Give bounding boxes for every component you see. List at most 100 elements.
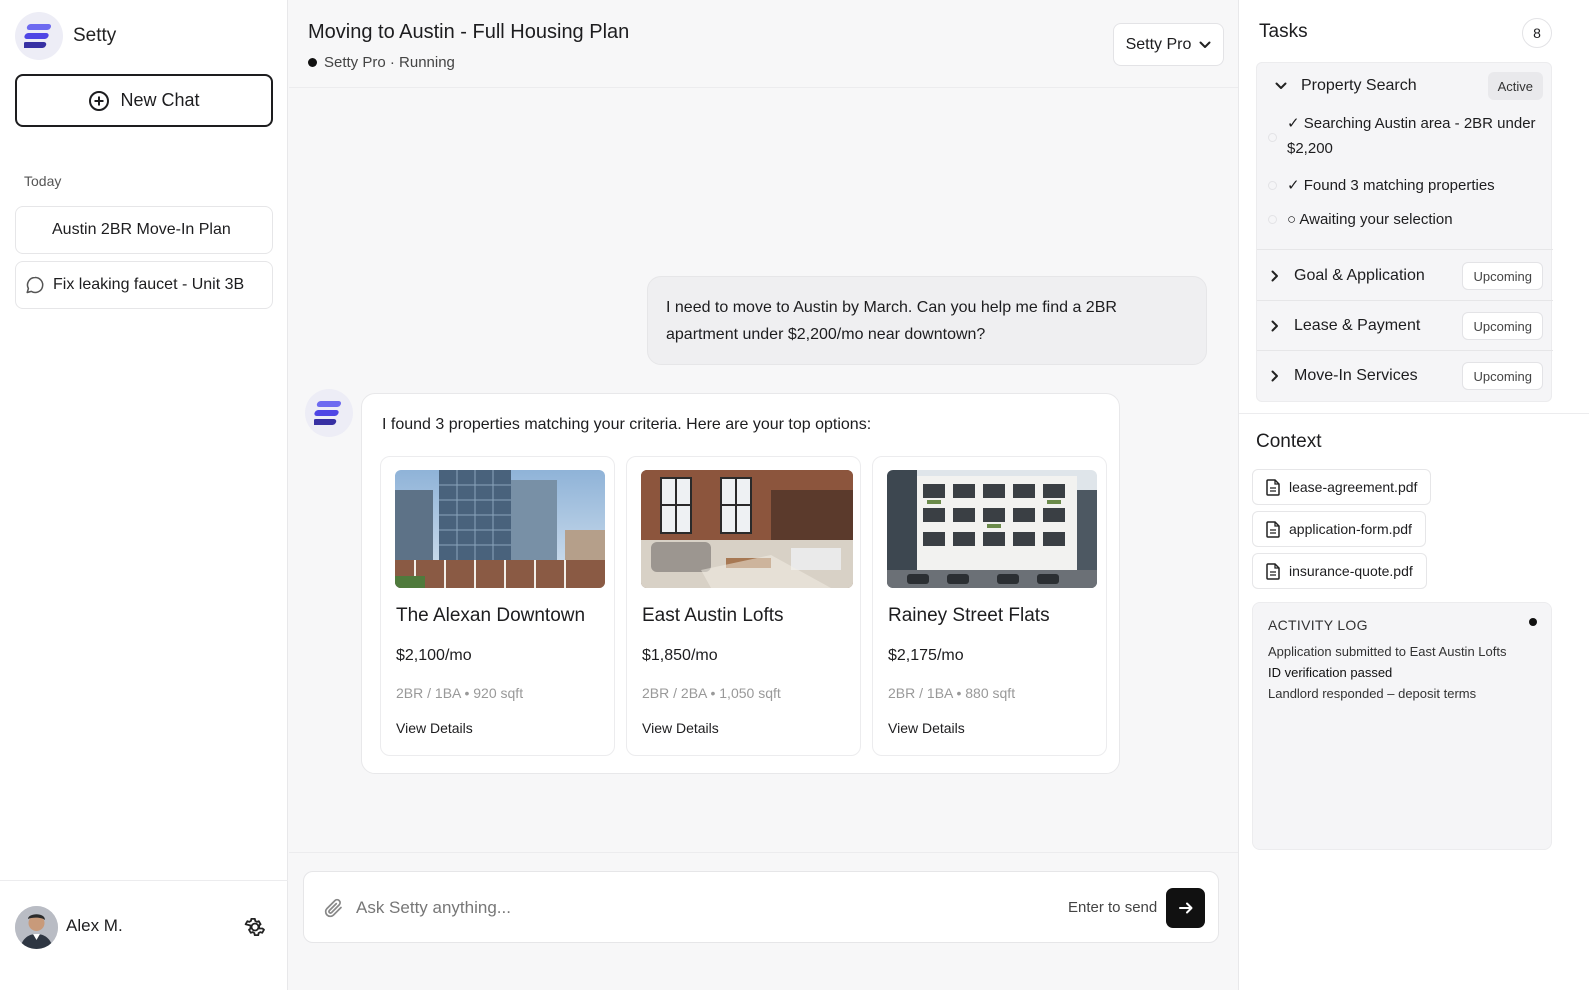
task-group-lease-payment[interactable]: Lease & Payment Upcoming — [1257, 311, 1553, 341]
task-group-move-in-services[interactable]: Move-In Services Upcoming — [1257, 361, 1553, 391]
property-photo-image — [641, 470, 853, 588]
divider — [1257, 249, 1553, 250]
context-file[interactable]: lease-agreement.pdf — [1252, 469, 1432, 505]
task-indicator-icon — [1268, 181, 1277, 190]
section-label-today: Today — [24, 173, 62, 189]
property-price: $2,175/mo — [888, 647, 964, 664]
activity-log: ACTIVITY LOG Application submitted to Ea… — [1252, 602, 1552, 850]
tasks-count-badge: 8 — [1522, 18, 1552, 48]
task-group-label: Lease & Payment — [1294, 317, 1421, 334]
property-price: $2,100/mo — [396, 647, 472, 664]
status-badge: Upcoming — [1462, 262, 1543, 290]
property-name: East Austin Lofts — [642, 605, 784, 626]
activity-log-title: ACTIVITY LOG — [1268, 617, 1368, 633]
chevron-right-icon — [1271, 370, 1278, 382]
property-card[interactable]: Rainey Street Flats $2,175/mo 2BR / 1BA … — [872, 456, 1107, 756]
context-file-name: lease-agreement.pdf — [1289, 479, 1418, 495]
chevron-down-icon — [1199, 41, 1211, 48]
task-list: Property Search Active ✓ Searching Austi… — [1256, 62, 1553, 402]
page-title: Moving to Austin - Full Housing Plan — [308, 21, 630, 43]
view-details-link[interactable]: View Details — [888, 720, 965, 736]
left-sidebar: Setty New Chat Today Austin 2BR Move-In … — [0, 0, 288, 990]
activity-entry: ID verification passed — [1268, 665, 1393, 680]
divider — [1257, 350, 1553, 351]
activity-entry: Application submitted to East Austin Lof… — [1268, 644, 1507, 659]
property-price: $1,850/mo — [642, 647, 718, 664]
property-specs: 2BR / 1BA • 920 sqft — [396, 685, 524, 701]
user-bar: Alex M. — [0, 880, 288, 990]
task-group-goal-application[interactable]: Goal & Application Upcoming — [1257, 261, 1553, 291]
status-badge: Upcoming — [1462, 362, 1543, 390]
task-item: ○ Awaiting your selection — [1287, 211, 1453, 228]
property-card[interactable]: The Alexan Downtown $2,100/mo 2BR / 1BA … — [380, 456, 615, 756]
view-details-link[interactable]: View Details — [642, 720, 719, 736]
new-chat-label: New Chat — [120, 90, 200, 110]
chat-item-label: Austin 2BR Move-In Plan — [52, 221, 231, 238]
status-badge: Active — [1487, 72, 1543, 100]
gear-icon[interactable] — [243, 915, 267, 939]
task-group-label: Move-In Services — [1294, 367, 1418, 384]
context-file-name: insurance-quote.pdf — [1289, 563, 1413, 579]
run-status: Setty Pro · Running — [308, 54, 455, 71]
enter-to-send-hint: Enter to send — [1068, 899, 1158, 916]
document-icon — [1266, 478, 1280, 496]
setty-logo-icon — [314, 401, 342, 425]
context-title: Context — [1256, 431, 1322, 452]
composer: Enter to send — [303, 871, 1219, 943]
chat-bubble-icon — [26, 276, 44, 294]
property-specs: 2BR / 1BA • 880 sqft — [888, 685, 1016, 701]
property-specs: 2BR / 2BA • 1,050 sqft — [642, 685, 781, 701]
context-file[interactable]: insurance-quote.pdf — [1252, 553, 1427, 589]
model-select-value: Setty Pro — [1125, 35, 1192, 53]
task-item: ✓ Searching Austin area - 2BR under $2,2… — [1287, 115, 1536, 157]
divider — [1239, 413, 1589, 414]
property-photo-image — [887, 470, 1097, 588]
user-name: Alex M. — [66, 916, 123, 935]
main-chat: Moving to Austin - Full Housing Plan Set… — [289, 0, 1238, 990]
task-item: ✓ Found 3 matching properties — [1287, 177, 1495, 194]
status-dot-icon — [308, 58, 317, 67]
setty-logo-icon — [15, 12, 63, 60]
live-dot-icon — [1529, 618, 1537, 626]
chat-item-austin-plan[interactable]: Austin 2BR Move-In Plan — [15, 206, 273, 254]
right-panel: Tasks 8 Property Search Active ✓ Searchi… — [1238, 0, 1589, 990]
chevron-down-icon — [1275, 82, 1287, 89]
task-group-label: Property Search — [1301, 77, 1417, 94]
property-name: Rainey Street Flats — [888, 605, 1050, 626]
run-status-text: Setty Pro · Running — [324, 54, 455, 71]
property-card[interactable]: East Austin Lofts $1,850/mo 2BR / 2BA • … — [626, 456, 861, 756]
context-file-name: application-form.pdf — [1289, 521, 1412, 537]
view-details-link[interactable]: View Details — [396, 720, 473, 736]
bot-avatar — [305, 389, 353, 437]
divider — [1257, 300, 1553, 301]
chevron-right-icon — [1271, 320, 1278, 332]
property-photo-image — [395, 470, 605, 588]
task-indicator-icon — [1268, 215, 1277, 224]
chat-header: Moving to Austin - Full Housing Plan Set… — [289, 0, 1238, 88]
brand[interactable]: Setty — [15, 12, 116, 60]
task-indicator-icon — [1268, 133, 1277, 142]
user-message: I need to move to Austin by March. Can y… — [647, 276, 1207, 365]
new-chat-button[interactable]: New Chat — [15, 74, 273, 127]
paperclip-icon[interactable] — [323, 896, 345, 920]
activity-entry: Landlord responded – deposit terms — [1268, 686, 1477, 701]
send-button[interactable] — [1166, 888, 1205, 928]
assistant-message-text: I found 3 properties matching your crite… — [382, 416, 872, 433]
chat-item-label: Fix leaking faucet - Unit 3B — [53, 276, 245, 293]
brand-name: Setty — [73, 25, 117, 46]
message-input[interactable] — [356, 894, 1006, 922]
context-file[interactable]: application-form.pdf — [1252, 511, 1426, 547]
composer-area: Enter to send — [289, 852, 1238, 990]
chat-item-faucet[interactable]: Fix leaking faucet - Unit 3B — [15, 261, 273, 309]
arrow-right-icon — [1178, 902, 1192, 914]
assistant-message: I found 3 properties matching your crite… — [361, 393, 1120, 774]
model-select[interactable]: Setty Pro — [1113, 23, 1224, 66]
tasks-title: Tasks — [1259, 21, 1308, 42]
property-name: The Alexan Downtown — [396, 605, 586, 626]
plus-circle-icon — [89, 90, 110, 111]
user-avatar[interactable] — [15, 906, 58, 949]
status-badge: Upcoming — [1462, 312, 1543, 340]
task-group-label: Goal & Application — [1294, 267, 1425, 284]
task-group-property-search[interactable]: Property Search Active — [1257, 71, 1553, 101]
chevron-right-icon — [1271, 270, 1278, 282]
